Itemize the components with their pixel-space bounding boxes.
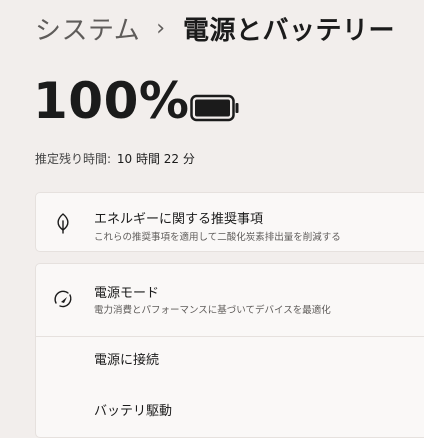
power-mode-plugged-in-label: 電源に接続 — [94, 353, 160, 368]
leaf-icon — [57, 213, 69, 234]
breadcrumb-system-link[interactable]: システム — [35, 10, 140, 47]
page-title: 電源とバッテリー — [183, 15, 396, 46]
power-mode-title: 電源モード — [94, 286, 160, 301]
remaining-time-value: 10 時間 22 分 — [116, 152, 195, 166]
energy-recommendations-title: エネルギーに関する推奨事項 — [94, 212, 264, 227]
power-mode-on-battery-label: バッテリ駆動 — [94, 404, 173, 419]
battery-icon — [190, 94, 239, 122]
remaining-time: 推定残り時間: 10 時間 22 分 — [35, 150, 195, 167]
energy-recommendations-subtitle: これらの推奨事項を適用して二酸化炭素排出量を削減する — [94, 232, 341, 243]
remaining-time-label: 推定残り時間: — [35, 152, 112, 166]
energy-recommendations-card[interactable]: エネルギーに関する推奨事項 これらの推奨事項を適用して二酸化炭素排出量を削減する — [35, 192, 424, 252]
divider — [36, 336, 424, 337]
power-mode-subtitle: 電力消費とパフォーマンスに基づいてデバイスを最適化 — [94, 305, 331, 316]
power-mode-card: 電源モード 電力消費とパフォーマンスに基づいてデバイスを最適化 電源に接続 バッ… — [35, 263, 424, 438]
battery-percentage: 100% — [33, 72, 190, 130]
breadcrumb-separator: › — [156, 15, 166, 41]
breadcrumb: システム › 電源とバッテリー — [35, 8, 395, 48]
power-mode-icon — [54, 290, 72, 308]
